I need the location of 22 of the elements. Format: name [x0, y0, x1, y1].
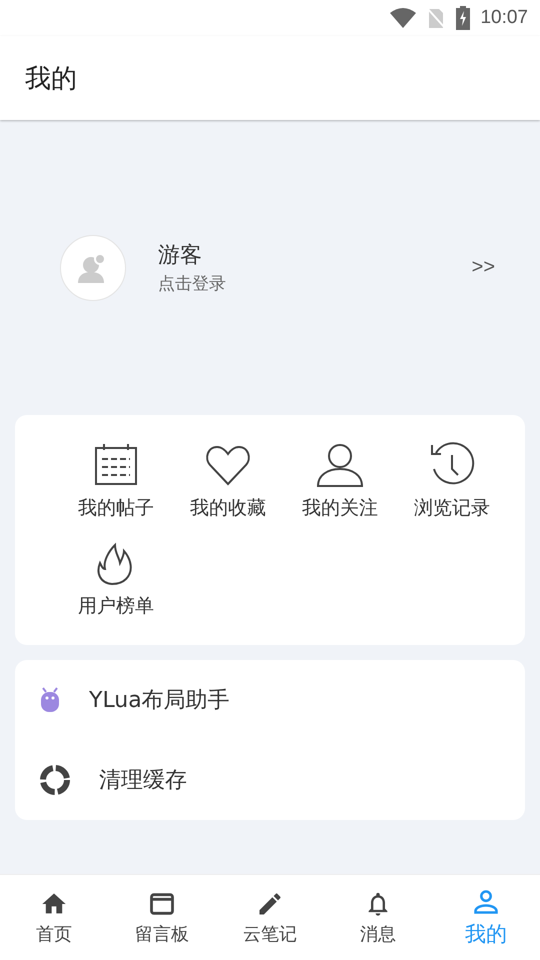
menu-item[interactable]: 清理缓存 [99, 765, 187, 795]
battery-icon [456, 6, 470, 30]
person-icon [316, 441, 364, 489]
shortcut-label[interactable]: 我的关注 [302, 495, 378, 521]
shortcut-label[interactable]: 我的收藏 [190, 495, 266, 521]
nav-tab[interactable]: 留言板 [108, 875, 216, 960]
shortcut-label[interactable]: 用户榜单 [78, 593, 154, 619]
user-icon [472, 888, 500, 916]
nav-tab[interactable]: 云笔记 [216, 875, 324, 960]
status-time: 10:07 [480, 7, 528, 29]
menu-item[interactable]: YLua布局助手 [89, 685, 230, 715]
robot-icon [39, 686, 61, 714]
shortcut-label[interactable]: 浏览记录 [414, 495, 490, 521]
nav-tab[interactable]: 消息 [324, 875, 432, 960]
user-name[interactable]: 游客 [158, 240, 472, 270]
nav-tab[interactable]: 首页 [0, 875, 108, 960]
profile-arrow[interactable]: >> [472, 256, 495, 279]
page-title: 我的 [25, 62, 77, 96]
login-hint[interactable]: 点击登录 [158, 272, 472, 295]
wifi-icon [390, 7, 416, 29]
ring-icon [39, 764, 71, 796]
shortcut-label[interactable]: 我的帖子 [78, 495, 154, 521]
